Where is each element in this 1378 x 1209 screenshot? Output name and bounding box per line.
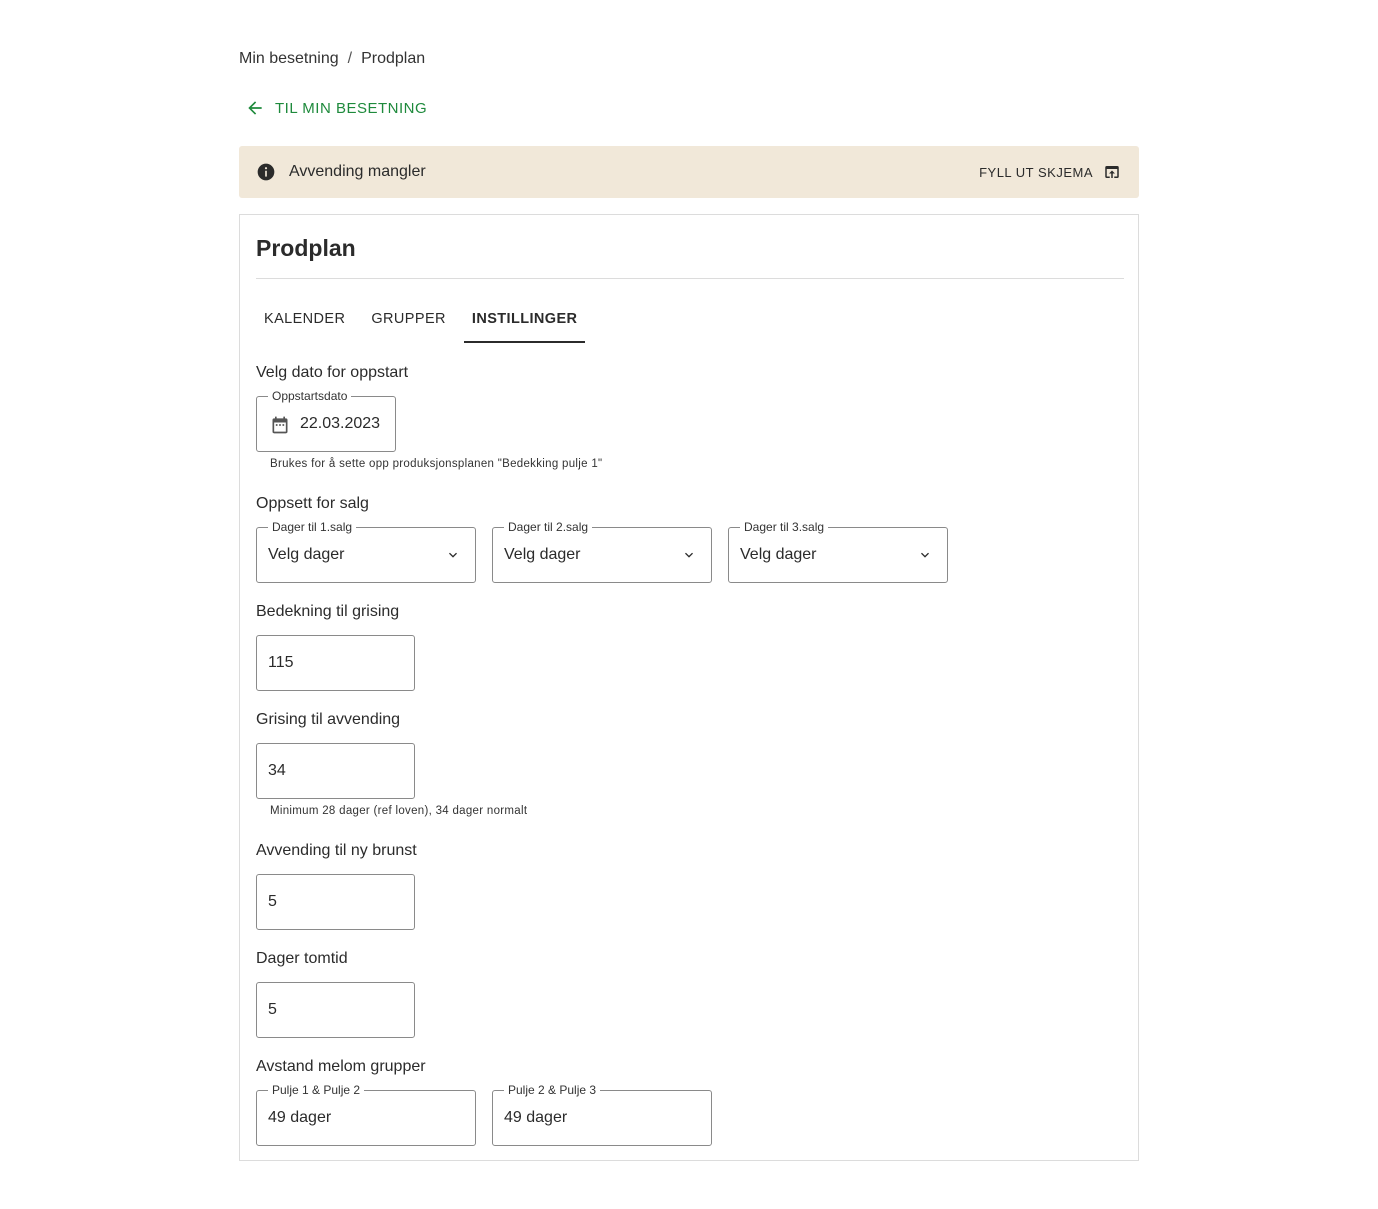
prodplan-card: Prodplan KALENDER GRUPPER INSTILLINGER V… — [239, 214, 1139, 1161]
alert-message: Avvending mangler — [289, 163, 426, 180]
third-sale-select[interactable]: Dager til 3.salg Velg dager — [728, 520, 948, 583]
avvending-field[interactable] — [256, 874, 415, 930]
bedekning-section-label: Bedekning til grising — [256, 603, 400, 620]
second-sale-select[interactable]: Dager til 2.salg Velg dager — [492, 520, 712, 583]
tab-instillinger[interactable]: INSTILLINGER — [463, 303, 586, 343]
pulje-1-2-field[interactable]: Pulje 1 & Pulje 2 49 dager — [256, 1083, 476, 1146]
info-icon — [257, 163, 275, 181]
chevron-down-icon — [685, 552, 693, 558]
tomtid-section-label: Dager tomtid — [256, 950, 348, 967]
breadcrumb-separator: / — [347, 50, 353, 67]
back-link-label: TIL MIN BESETNING — [275, 99, 428, 117]
breadcrumb-item-prodplan: Prodplan — [361, 50, 426, 67]
startup-date-legend: Oppstartsdato — [268, 389, 352, 403]
grising-section-label: Grising til avvending — [256, 711, 401, 728]
pulje-1-2-value: 49 dager — [268, 1109, 332, 1126]
fill-form-button[interactable]: FYLL UT SKJEMA — [979, 163, 1121, 181]
page-title: Prodplan — [256, 235, 356, 261]
first-sale-legend: Dager til 1.salg — [268, 520, 357, 534]
open-in-new-icon — [1105, 166, 1119, 178]
startup-date-value: 22.03.2023 — [300, 415, 381, 432]
tab-grupper[interactable]: GRUPPER — [363, 303, 454, 343]
startup-helper-text: Brukes for å sette opp produksjonsplanen… — [270, 458, 603, 470]
pulje-2-3-legend: Pulje 2 & Pulje 3 — [504, 1083, 601, 1097]
breadcrumb: Min besetning / Prodplan — [239, 50, 425, 68]
third-sale-value: Velg dager — [740, 546, 817, 563]
avvending-input[interactable] — [268, 893, 388, 911]
first-sale-value: Velg dager — [268, 546, 345, 563]
tab-kalender[interactable]: KALENDER — [256, 303, 353, 343]
grising-helper-text: Minimum 28 dager (ref loven), 34 dager n… — [270, 805, 528, 817]
chevron-down-icon — [921, 552, 929, 558]
tomtid-input[interactable] — [268, 1001, 388, 1019]
first-sale-select[interactable]: Dager til 1.salg Velg dager — [256, 520, 476, 583]
grising-field[interactable] — [256, 743, 415, 799]
pulje-2-3-field[interactable]: Pulje 2 & Pulje 3 49 dager — [492, 1083, 712, 1146]
chevron-down-icon — [449, 552, 457, 558]
arrow-left-icon — [248, 101, 262, 115]
avstand-section-label: Avstand melom grupper — [256, 1058, 426, 1075]
grising-input[interactable] — [268, 762, 388, 780]
pulje-1-2-legend: Pulje 1 & Pulje 2 — [268, 1083, 365, 1097]
startup-section-label: Velg dato for oppstart — [256, 364, 409, 381]
tab-bar: KALENDER GRUPPER INSTILLINGER — [256, 303, 595, 343]
warning-alert: Avvending mangler FYLL UT SKJEMA — [239, 146, 1139, 198]
fill-form-label: FYLL UT SKJEMA — [979, 164, 1093, 180]
second-sale-value: Velg dager — [504, 546, 581, 563]
calendar-icon[interactable] — [270, 415, 290, 435]
startup-date-field[interactable]: Oppstartsdato 22.03.2023 — [256, 389, 396, 452]
bedekning-input[interactable] — [268, 654, 388, 672]
tomtid-field[interactable] — [256, 982, 415, 1038]
sales-section-label: Oppsett for salg — [256, 495, 369, 512]
bedekning-field[interactable] — [256, 635, 415, 691]
avvending-section-label: Avvending til ny brunst — [256, 842, 417, 859]
second-sale-legend: Dager til 2.salg — [504, 520, 593, 534]
pulje-2-3-value: 49 dager — [504, 1109, 568, 1126]
third-sale-legend: Dager til 3.salg — [740, 520, 829, 534]
back-to-min-besetning-link[interactable]: TIL MIN BESETNING — [245, 98, 427, 118]
title-divider — [256, 278, 1124, 279]
breadcrumb-item-min-besetning[interactable]: Min besetning — [239, 50, 339, 68]
